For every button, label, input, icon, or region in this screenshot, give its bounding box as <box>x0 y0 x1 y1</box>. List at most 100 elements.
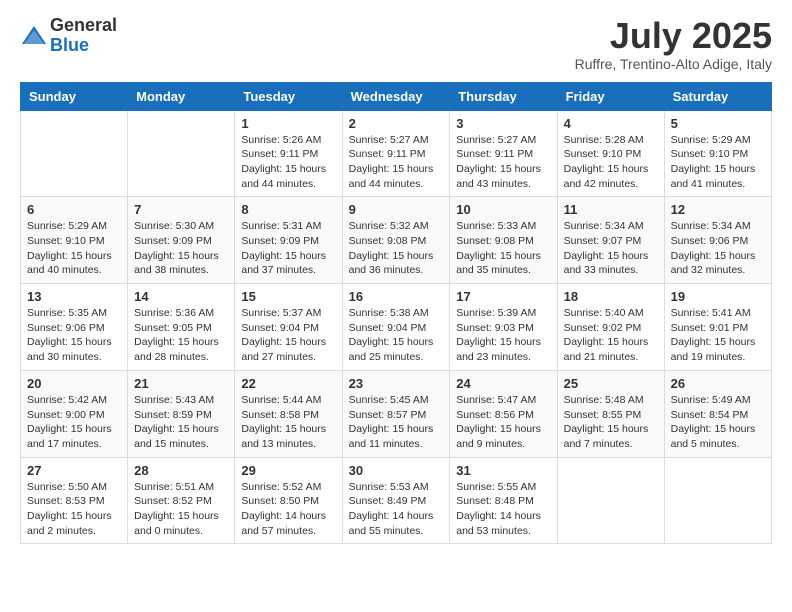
day-info: Sunrise: 5:52 AM Sunset: 8:50 PM Dayligh… <box>241 480 335 539</box>
calendar-cell: 15Sunrise: 5:37 AM Sunset: 9:04 PM Dayli… <box>235 284 342 371</box>
day-number: 5 <box>671 116 765 131</box>
day-number: 30 <box>349 463 444 478</box>
day-info: Sunrise: 5:53 AM Sunset: 8:49 PM Dayligh… <box>349 480 444 539</box>
day-number: 21 <box>134 376 228 391</box>
calendar-header-row: SundayMondayTuesdayWednesdayThursdayFrid… <box>21 82 772 110</box>
calendar-cell: 16 Sunrise: 5:38 AM Sunset: 9:04 PM Dayli… <box>342 284 450 371</box>
logo: General Blue <box>20 16 117 56</box>
calendar-week-row: 27 Sunrise: 5:50 AM Sunset: 8:53 PM Dayli… <box>21 457 772 544</box>
logo-general: General <box>50 16 117 36</box>
day-number: 28 <box>134 463 228 478</box>
day-number: 27 <box>27 463 121 478</box>
calendar-cell: 22Sunrise: 5:44 AM Sunset: 8:58 PM Dayli… <box>235 370 342 457</box>
day-info: Sunrise: 5:27 AM Sunset: 9:11 PM Dayligh… <box>456 133 550 192</box>
calendar-cell: 26 Sunrise: 5:49 AM Sunset: 8:54 PM Dayli… <box>664 370 771 457</box>
day-number: 19 <box>671 289 765 304</box>
calendar-cell: 31Sunrise: 5:55 AM Sunset: 8:48 PM Dayli… <box>450 457 557 544</box>
calendar-cell: 21 Sunrise: 5:43 AM Sunset: 8:59 PM Dayli… <box>128 370 235 457</box>
day-number: 7 <box>134 202 228 217</box>
calendar-header-friday: Friday <box>557 82 664 110</box>
calendar-cell: 25 Sunrise: 5:48 AM Sunset: 8:55 PM Dayli… <box>557 370 664 457</box>
logo-blue: Blue <box>50 36 117 56</box>
calendar-header-monday: Monday <box>128 82 235 110</box>
calendar-cell <box>128 110 235 197</box>
page-header: General Blue July 2025 Ruffre, Trentino-… <box>20 16 772 72</box>
day-number: 13 <box>27 289 121 304</box>
title-section: July 2025 Ruffre, Trentino-Alto Adige, I… <box>575 16 772 72</box>
day-number: 29 <box>241 463 335 478</box>
day-number: 12 <box>671 202 765 217</box>
calendar-cell: 7 Sunrise: 5:30 AM Sunset: 9:09 PM Daylig… <box>128 197 235 284</box>
calendar-cell <box>557 457 664 544</box>
day-info: Sunrise: 5:29 AM Sunset: 9:10 PM Dayligh… <box>27 219 121 278</box>
day-number: 9 <box>349 202 444 217</box>
calendar-cell: 23Sunrise: 5:45 AM Sunset: 8:57 PM Dayli… <box>342 370 450 457</box>
calendar-cell: 24Sunrise: 5:47 AM Sunset: 8:56 PM Dayli… <box>450 370 557 457</box>
day-info: Sunrise: 5:50 AM Sunset: 8:53 PM Dayligh… <box>27 480 121 539</box>
day-number: 25 <box>564 376 658 391</box>
calendar-table: SundayMondayTuesdayWednesdayThursdayFrid… <box>20 82 772 545</box>
day-info: Sunrise: 5:55 AM Sunset: 8:48 PM Dayligh… <box>456 480 550 539</box>
day-number: 8 <box>241 202 335 217</box>
day-info: Sunrise: 5:31 AM Sunset: 9:09 PM Dayligh… <box>241 219 335 278</box>
day-number: 18 <box>564 289 658 304</box>
calendar-cell: 20Sunrise: 5:42 AM Sunset: 9:00 PM Dayli… <box>21 370 128 457</box>
day-info: Sunrise: 5:30 AM Sunset: 9:09 PM Dayligh… <box>134 219 228 278</box>
day-info: Sunrise: 5:34 AM Sunset: 9:07 PM Dayligh… <box>564 219 658 278</box>
day-number: 6 <box>27 202 121 217</box>
day-number: 4 <box>564 116 658 131</box>
calendar-cell: 1 Sunrise: 5:26 AM Sunset: 9:11 PM Daylig… <box>235 110 342 197</box>
calendar-week-row: 20Sunrise: 5:42 AM Sunset: 9:00 PM Dayli… <box>21 370 772 457</box>
day-number: 3 <box>456 116 550 131</box>
day-info: Sunrise: 5:44 AM Sunset: 8:58 PM Dayligh… <box>241 393 335 452</box>
day-info: Sunrise: 5:41 AM Sunset: 9:01 PM Dayligh… <box>671 306 765 365</box>
calendar-cell: 10 Sunrise: 5:33 AM Sunset: 9:08 PM Dayli… <box>450 197 557 284</box>
day-number: 17 <box>456 289 550 304</box>
calendar-cell: 18Sunrise: 5:40 AM Sunset: 9:02 PM Dayli… <box>557 284 664 371</box>
day-number: 1 <box>241 116 335 131</box>
calendar-cell: 28 Sunrise: 5:51 AM Sunset: 8:52 PM Dayli… <box>128 457 235 544</box>
day-number: 2 <box>349 116 444 131</box>
day-number: 24 <box>456 376 550 391</box>
calendar-cell: 13 Sunrise: 5:35 AM Sunset: 9:06 PM Dayli… <box>21 284 128 371</box>
day-number: 26 <box>671 376 765 391</box>
day-info: Sunrise: 5:34 AM Sunset: 9:06 PM Dayligh… <box>671 219 765 278</box>
day-info: Sunrise: 5:29 AM Sunset: 9:10 PM Dayligh… <box>671 133 765 192</box>
day-number: 10 <box>456 202 550 217</box>
day-info: Sunrise: 5:38 AM Sunset: 9:04 PM Dayligh… <box>349 306 444 365</box>
day-number: 11 <box>564 202 658 217</box>
day-info: Sunrise: 5:32 AM Sunset: 9:08 PM Dayligh… <box>349 219 444 278</box>
calendar-cell: 9 Sunrise: 5:32 AM Sunset: 9:08 PM Daylig… <box>342 197 450 284</box>
day-number: 15 <box>241 289 335 304</box>
location: Ruffre, Trentino-Alto Adige, Italy <box>575 56 772 72</box>
day-info: Sunrise: 5:51 AM Sunset: 8:52 PM Dayligh… <box>134 480 228 539</box>
day-info: Sunrise: 5:26 AM Sunset: 9:11 PM Dayligh… <box>241 133 335 192</box>
day-number: 23 <box>349 376 444 391</box>
calendar-cell: 17 Sunrise: 5:39 AM Sunset: 9:03 PM Dayli… <box>450 284 557 371</box>
day-info: Sunrise: 5:48 AM Sunset: 8:55 PM Dayligh… <box>564 393 658 452</box>
calendar-cell: 5 Sunrise: 5:29 AM Sunset: 9:10 PM Daylig… <box>664 110 771 197</box>
calendar-header-sunday: Sunday <box>21 82 128 110</box>
calendar-header-saturday: Saturday <box>664 82 771 110</box>
day-info: Sunrise: 5:39 AM Sunset: 9:03 PM Dayligh… <box>456 306 550 365</box>
calendar-week-row: 1 Sunrise: 5:26 AM Sunset: 9:11 PM Daylig… <box>21 110 772 197</box>
day-info: Sunrise: 5:35 AM Sunset: 9:06 PM Dayligh… <box>27 306 121 365</box>
logo-icon <box>20 22 48 50</box>
calendar-cell <box>664 457 771 544</box>
calendar-cell: 4Sunrise: 5:28 AM Sunset: 9:10 PM Daylig… <box>557 110 664 197</box>
calendar-cell: 11 Sunrise: 5:34 AM Sunset: 9:07 PM Dayli… <box>557 197 664 284</box>
calendar-week-row: 6 Sunrise: 5:29 AM Sunset: 9:10 PM Daylig… <box>21 197 772 284</box>
calendar-cell: 8 Sunrise: 5:31 AM Sunset: 9:09 PM Daylig… <box>235 197 342 284</box>
calendar-cell: 14Sunrise: 5:36 AM Sunset: 9:05 PM Dayli… <box>128 284 235 371</box>
day-number: 14 <box>134 289 228 304</box>
month-title: July 2025 <box>575 16 772 56</box>
calendar-cell: 30 Sunrise: 5:53 AM Sunset: 8:49 PM Dayli… <box>342 457 450 544</box>
day-info: Sunrise: 5:49 AM Sunset: 8:54 PM Dayligh… <box>671 393 765 452</box>
calendar-cell: 29 Sunrise: 5:52 AM Sunset: 8:50 PM Dayli… <box>235 457 342 544</box>
day-number: 16 <box>349 289 444 304</box>
day-number: 20 <box>27 376 121 391</box>
day-info: Sunrise: 5:43 AM Sunset: 8:59 PM Dayligh… <box>134 393 228 452</box>
calendar-week-row: 13 Sunrise: 5:35 AM Sunset: 9:06 PM Dayli… <box>21 284 772 371</box>
calendar-cell: 6 Sunrise: 5:29 AM Sunset: 9:10 PM Daylig… <box>21 197 128 284</box>
day-info: Sunrise: 5:33 AM Sunset: 9:08 PM Dayligh… <box>456 219 550 278</box>
